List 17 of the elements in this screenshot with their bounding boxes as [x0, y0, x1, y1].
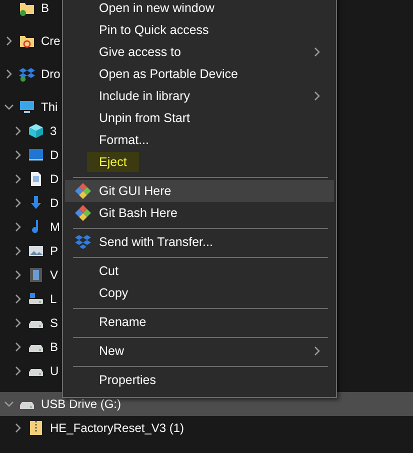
item-label: D: [50, 196, 59, 210]
item-label: V: [50, 268, 58, 282]
item-label: B: [50, 340, 58, 354]
item-label: P: [50, 244, 58, 258]
item-label: 3: [50, 124, 57, 138]
item-label: D: [50, 172, 59, 186]
item-label: Cre: [41, 34, 60, 48]
item-label: Dro: [41, 67, 60, 81]
item-label: U: [50, 364, 59, 378]
item-label: M: [50, 220, 60, 234]
item-label: D: [50, 148, 59, 162]
item-label: HE_FactoryReset_V3 (1): [50, 421, 184, 435]
item-label: S: [50, 316, 58, 330]
item-label: B: [41, 1, 50, 15]
item-label: Thi: [41, 100, 58, 114]
item-label: L: [50, 292, 57, 306]
item-label: USB Drive (G:): [41, 397, 122, 411]
